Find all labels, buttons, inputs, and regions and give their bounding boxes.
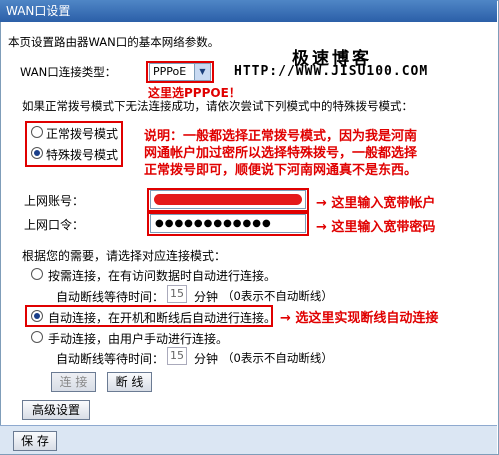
password-annotation: → 这里输入宽带密码	[316, 220, 436, 235]
intro-text: 本页设置路由器WAN口的基本网络参数。	[8, 35, 220, 49]
idle-time-input-2[interactable]: 15	[167, 347, 187, 365]
save-button[interactable]: 保 存	[13, 431, 57, 451]
chevron-down-icon: ▼	[194, 64, 210, 80]
idle-time-label: 自动断线等待时间：	[56, 290, 165, 304]
auto-connect-annotation: → 选这里实现断线自动连接	[280, 311, 439, 326]
idle-time-unit: 分钟	[194, 290, 219, 304]
footer-bar	[0, 425, 497, 454]
idle-time-note-2: （0表示不自动断线）	[222, 351, 333, 365]
on-demand-radio[interactable]	[31, 268, 43, 280]
account-input[interactable]	[150, 190, 306, 209]
auto-connect-label: 自动连接，在开机和断线后自动进行连接。	[48, 311, 277, 325]
password-label: 上网口令：	[24, 218, 85, 232]
special-dial-radio[interactable]	[31, 147, 43, 159]
idle-time-unit-2: 分钟	[194, 352, 219, 366]
special-dial-label: 特殊拨号模式	[46, 148, 119, 162]
auto-connect-radio[interactable]	[31, 310, 43, 322]
idle-time-label-2: 自动断线等待时间：	[56, 352, 165, 366]
connection-type-select[interactable]: PPPoE ▼	[149, 63, 211, 81]
connection-type-value: PPPoE	[153, 65, 187, 78]
normal-dial-radio[interactable]	[31, 126, 43, 138]
watermark-url: HTTP://WWW.JISU100.COM	[234, 64, 429, 79]
normal-dial-label: 正常拨号模式	[46, 127, 119, 141]
disconnect-button[interactable]: 断 线	[107, 372, 152, 392]
idle-time-input[interactable]: 15	[167, 285, 187, 303]
account-redacted-mark	[154, 194, 302, 205]
connect-mode-heading: 根据您的需要，请选择对应连接模式：	[22, 249, 227, 263]
connect-button[interactable]: 连 接	[51, 372, 96, 392]
idle-time-note: （0表示不自动断线）	[222, 289, 333, 303]
account-label: 上网账号：	[24, 194, 85, 208]
manual-connect-label: 手动连接，由用户手动进行连接。	[48, 332, 229, 346]
account-annotation: → 这里输入宽带帐户	[316, 196, 436, 211]
explanation-line-3: 正常拨号即可，顺便说下河南网通真不是东西。	[144, 163, 418, 178]
password-input[interactable]: ●●●●●●●●●●●●	[150, 214, 306, 233]
window-title: WAN口设置	[0, 0, 497, 22]
advanced-settings-button[interactable]: 高级设置	[22, 400, 90, 420]
on-demand-label: 按需连接，在有访问数据时自动进行连接。	[48, 269, 277, 283]
special-mode-hint: 如果正常拨号模式下无法连接成功，请依次尝试下列模式中的特殊拨号模式：	[22, 99, 413, 113]
manual-connect-radio[interactable]	[31, 331, 43, 343]
connection-type-label: WAN口连接类型：	[20, 65, 117, 79]
